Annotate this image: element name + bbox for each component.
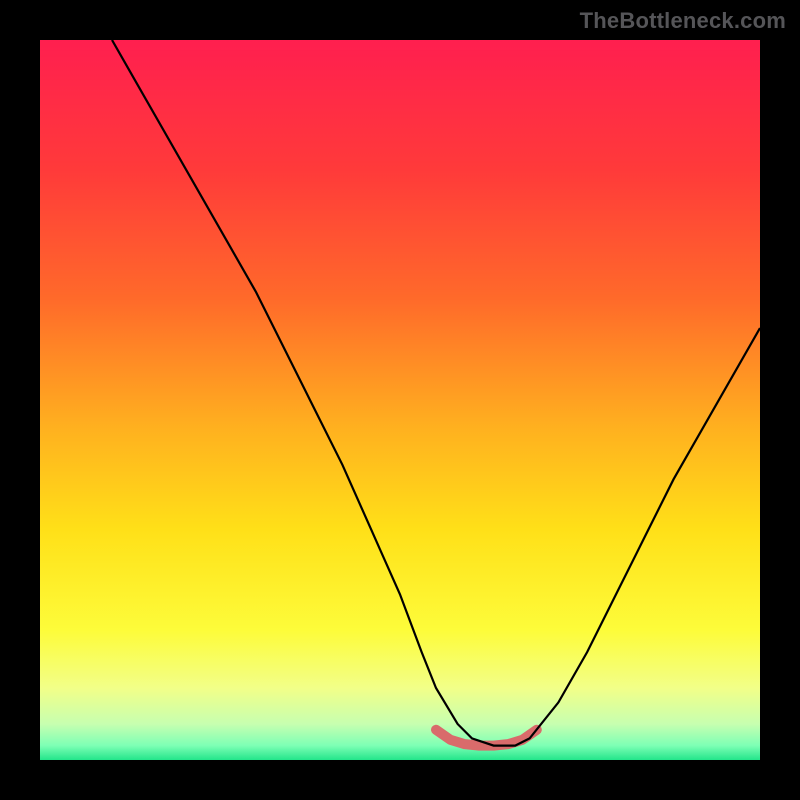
plot-area [40, 40, 760, 760]
chart-container: TheBottleneck.com [0, 0, 800, 800]
watermark-label: TheBottleneck.com [580, 8, 786, 34]
curve-layer [40, 40, 760, 760]
profile-path [112, 40, 760, 746]
